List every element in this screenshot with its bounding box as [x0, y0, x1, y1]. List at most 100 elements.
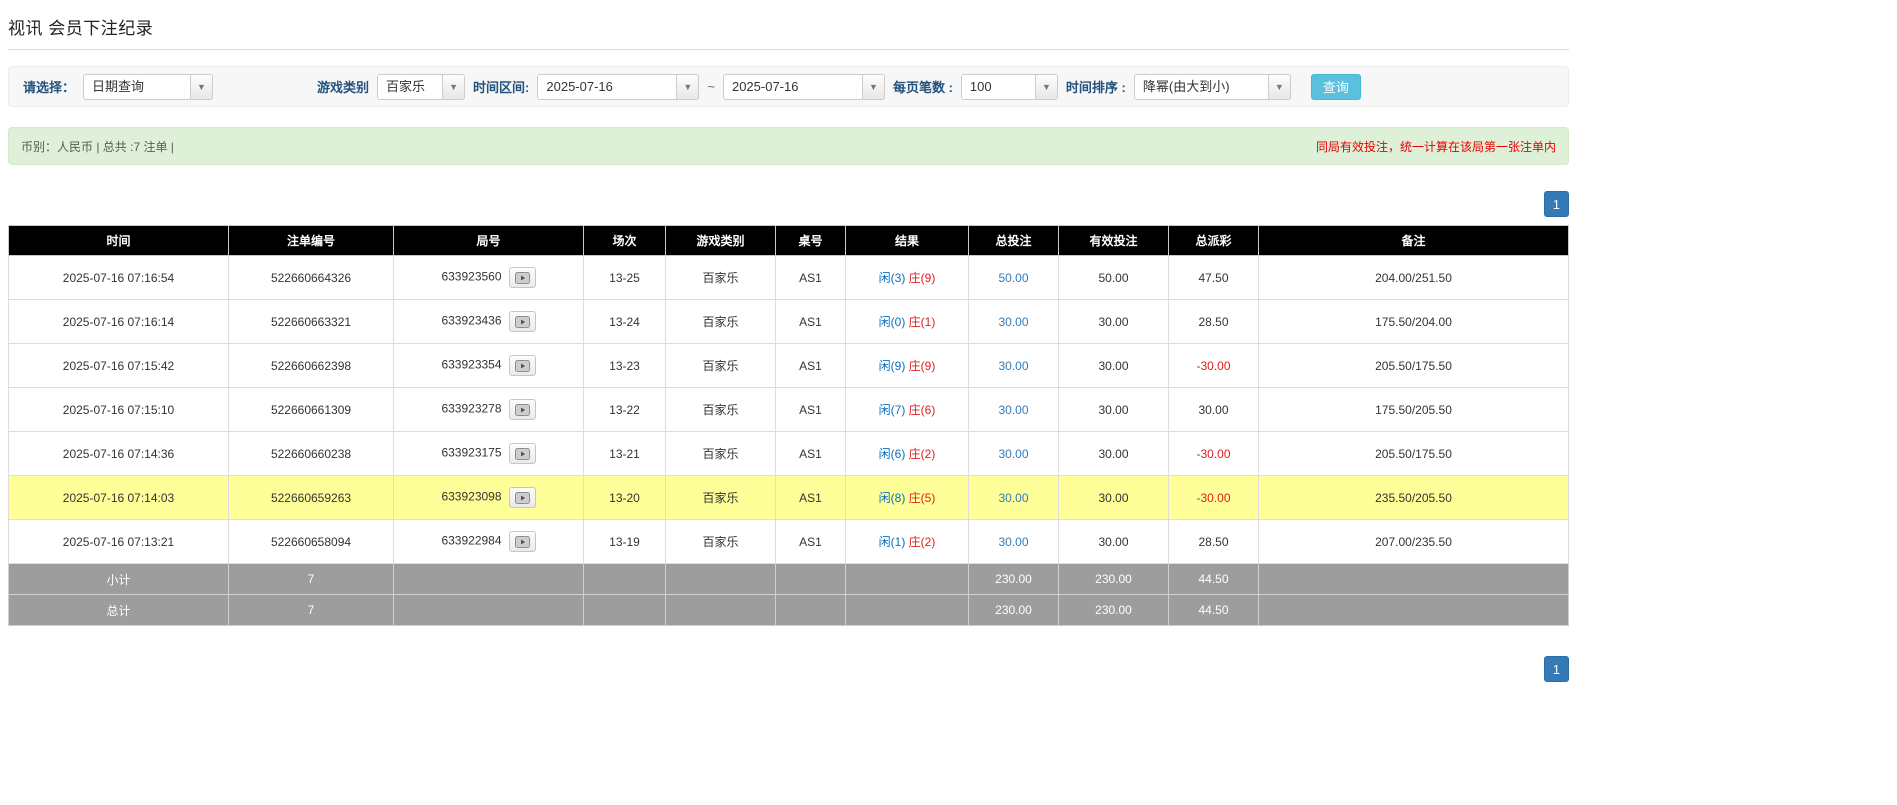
page-size-label: 每页笔数 : [893, 77, 953, 96]
total-bet-cell: 30.00 [969, 388, 1059, 432]
bet-id-cell: 522660661309 [229, 388, 394, 432]
page-size-select[interactable]: 100 ▼ [961, 74, 1058, 100]
subtotal-label: 小计 [9, 564, 229, 595]
round-cell: 633923278 [394, 388, 584, 432]
time-sort-select[interactable]: 降幂(由大到小) ▼ [1134, 74, 1291, 100]
chevron-down-icon[interactable]: ▼ [190, 75, 212, 99]
header-payout: 总派彩 [1169, 226, 1259, 256]
page-number-button[interactable]: 1 [1544, 191, 1569, 217]
chevron-down-icon[interactable]: ▼ [862, 75, 884, 99]
empty-cell [666, 564, 776, 595]
header-game-type: 游戏类别 [666, 226, 776, 256]
table-no-cell: AS1 [776, 344, 846, 388]
round-cell: 633922984 [394, 520, 584, 564]
video-replay-icon-button[interactable] [509, 267, 536, 288]
table-row: 2025-07-16 07:14:36522660660238633923175… [9, 432, 1569, 476]
game-type-select[interactable]: 百家乐 ▼ [377, 74, 465, 100]
chevron-down-icon[interactable]: ▼ [676, 75, 698, 99]
header-remark: 备注 [1259, 226, 1569, 256]
table-row: 2025-07-16 07:16:54522660664326633923560… [9, 256, 1569, 300]
total-bet-link[interactable]: 30.00 [998, 491, 1028, 505]
valid-bet-cell: 30.00 [1059, 300, 1169, 344]
result-banker: 庄(9) [909, 359, 936, 373]
bet-id-cell: 522660659263 [229, 476, 394, 520]
bet-id-cell: 522660660238 [229, 432, 394, 476]
bet-id-cell: 522660658094 [229, 520, 394, 564]
table-row: 2025-07-16 07:15:42522660662398633923354… [9, 344, 1569, 388]
chevron-down-icon[interactable]: ▼ [442, 75, 464, 99]
valid-bet-cell: 50.00 [1059, 256, 1169, 300]
time-cell: 2025-07-16 07:14:36 [9, 432, 229, 476]
bet-id-cell: 522660662398 [229, 344, 394, 388]
total-bet-link[interactable]: 30.00 [998, 359, 1028, 373]
result-banker: 庄(6) [909, 403, 936, 417]
video-replay-icon-button[interactable] [509, 399, 536, 420]
payout-cell: 47.50 [1169, 256, 1259, 300]
header-valid-bet: 有效投注 [1059, 226, 1169, 256]
total-bet-link[interactable]: 30.00 [998, 447, 1028, 461]
empty-cell [846, 564, 969, 595]
video-replay-icon-button[interactable] [509, 531, 536, 552]
empty-cell [1259, 595, 1569, 626]
game-type-cell: 百家乐 [666, 388, 776, 432]
video-replay-icon-button[interactable] [509, 355, 536, 376]
page-number-button[interactable]: 1 [1544, 656, 1569, 682]
total-bet-cell: 30.00 [969, 432, 1059, 476]
total-row: 总计 7 230.00 230.00 44.50 [9, 595, 1569, 626]
table-no-cell: AS1 [776, 476, 846, 520]
header-result: 结果 [846, 226, 969, 256]
info-bar: 币别：人民币 | 总共 :7 注单 | 同局有效投注，统一计算在该局第一张注单内 [8, 127, 1569, 165]
total-total-bet: 230.00 [969, 595, 1059, 626]
bet-id-cell: 522660663321 [229, 300, 394, 344]
valid-bet-cell: 30.00 [1059, 388, 1169, 432]
time-sort-label: 时间排序 : [1066, 77, 1126, 96]
date-from-value: 2025-07-16 [538, 75, 676, 99]
subtotal-total-bet: 230.00 [969, 564, 1059, 595]
game-type-cell: 百家乐 [666, 344, 776, 388]
remark-cell: 235.50/205.50 [1259, 476, 1569, 520]
date-to-select[interactable]: 2025-07-16 ▼ [723, 74, 885, 100]
valid-bet-note: 同局有效投注，统一计算在该局第一张注单内 [1316, 138, 1556, 155]
query-type-select[interactable]: 日期查询 ▼ [83, 74, 213, 100]
video-replay-icon-button[interactable] [509, 311, 536, 332]
payout-cell: 28.50 [1169, 520, 1259, 564]
valid-bet-cell: 30.00 [1059, 520, 1169, 564]
search-button[interactable]: 查询 [1311, 74, 1361, 100]
table-no-cell: AS1 [776, 300, 846, 344]
page-title: 视讯 会员下注纪录 [8, 19, 153, 38]
header-time: 时间 [9, 226, 229, 256]
table-row: 2025-07-16 07:14:03522660659263633923098… [9, 476, 1569, 520]
total-bet-cell: 30.00 [969, 476, 1059, 520]
video-replay-icon-button[interactable] [509, 487, 536, 508]
total-bet-cell: 30.00 [969, 520, 1059, 564]
total-bet-link[interactable]: 30.00 [998, 315, 1028, 329]
page: 视讯 会员下注纪录 请选择： 日期查询 ▼ 游戏类别 百家乐 ▼ 时间区间: 2… [0, 0, 1577, 702]
payout-value: -30.00 [1196, 447, 1230, 461]
total-bet-link[interactable]: 50.00 [998, 271, 1028, 285]
chevron-down-icon[interactable]: ▼ [1268, 75, 1290, 99]
pagination-top: 1 [8, 191, 1569, 217]
table-no-cell: AS1 [776, 256, 846, 300]
empty-cell [584, 595, 666, 626]
video-replay-icon-button[interactable] [509, 443, 536, 464]
round-cell: 633923175 [394, 432, 584, 476]
header-bet-id: 注单编号 [229, 226, 394, 256]
session-cell: 13-25 [584, 256, 666, 300]
chevron-down-icon[interactable]: ▼ [1035, 75, 1057, 99]
payout-value: -30.00 [1196, 359, 1230, 373]
remark-cell: 205.50/175.50 [1259, 344, 1569, 388]
round-number: 633923098 [441, 490, 501, 504]
select-type-label: 请选择： [23, 77, 75, 96]
total-bet-cell: 30.00 [969, 300, 1059, 344]
date-range-separator: ~ [707, 79, 715, 94]
total-bet-link[interactable]: 30.00 [998, 535, 1028, 549]
remark-cell: 175.50/205.50 [1259, 388, 1569, 432]
table-header-row: 时间 注单编号 局号 场次 游戏类别 桌号 结果 总投注 有效投注 总派彩 备注 [9, 226, 1569, 256]
payout-cell: -30.00 [1169, 432, 1259, 476]
result-player: 闲(1) [879, 535, 906, 549]
valid-bet-cell: 30.00 [1059, 432, 1169, 476]
filter-bar: 请选择： 日期查询 ▼ 游戏类别 百家乐 ▼ 时间区间: 2025-07-16 … [8, 66, 1569, 107]
total-bet-link[interactable]: 30.00 [998, 403, 1028, 417]
header-total-bet: 总投注 [969, 226, 1059, 256]
date-from-select[interactable]: 2025-07-16 ▼ [537, 74, 699, 100]
